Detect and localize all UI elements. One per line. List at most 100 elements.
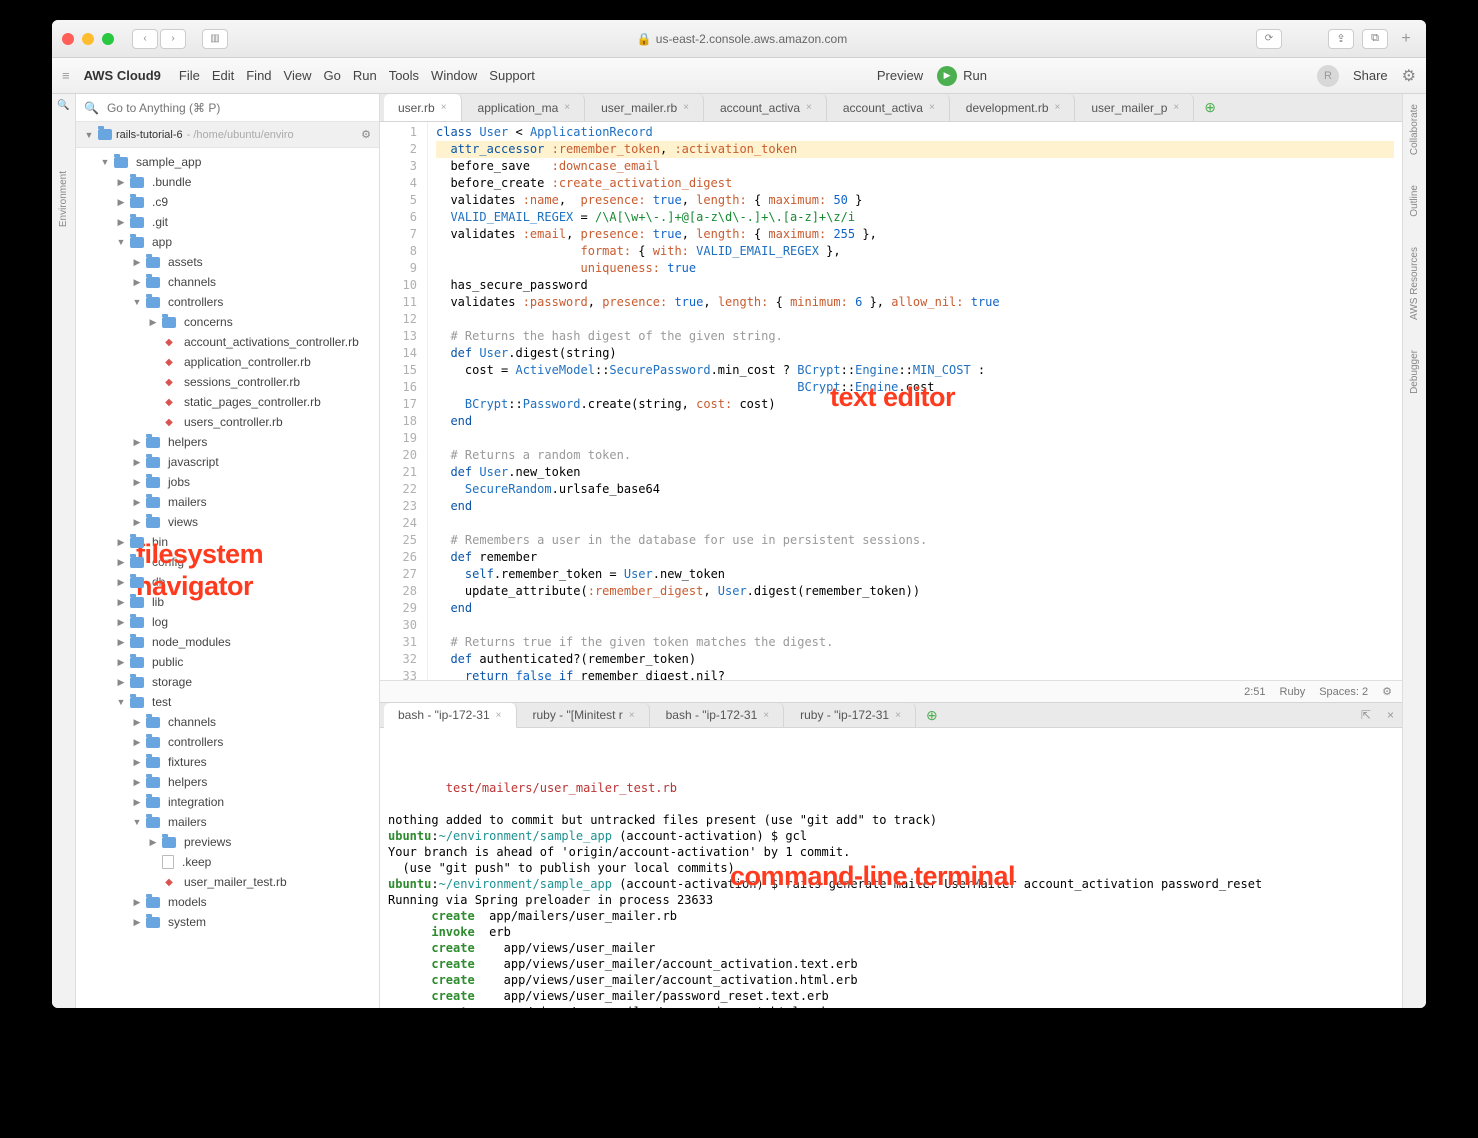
disclosure-icon[interactable]: ▶ [116, 577, 126, 588]
disclosure-icon[interactable]: ▶ [116, 657, 126, 668]
tree-item[interactable]: ▶public [76, 652, 379, 672]
disclosure-icon[interactable]: ▶ [116, 537, 126, 548]
close-icon[interactable]: × [1173, 102, 1179, 113]
gear-icon[interactable]: ⚙ [1382, 685, 1392, 698]
disclosure-icon[interactable]: ▶ [132, 277, 142, 288]
search-input[interactable] [107, 101, 371, 115]
tree-item[interactable]: sessions_controller.rb [76, 372, 379, 392]
disclosure-icon[interactable]: ▶ [132, 497, 142, 508]
tree-item[interactable]: ▶controllers [76, 732, 379, 752]
tree-item[interactable]: ▼sample_app [76, 152, 379, 172]
tree-item[interactable]: ▶concerns [76, 312, 379, 332]
tree-item[interactable]: user_mailer_test.rb [76, 872, 379, 892]
close-panel-icon[interactable]: × [1379, 703, 1402, 727]
tree-item[interactable]: ▶system [76, 912, 379, 932]
disclosure-icon[interactable]: ▼ [132, 297, 142, 307]
search-rail-icon[interactable]: 🔍 [57, 100, 69, 111]
close-icon[interactable]: × [806, 102, 812, 113]
editor-tab[interactable]: user_mailer_p× [1077, 94, 1194, 121]
terminal-tab[interactable]: bash - "ip-172-31× [652, 703, 785, 727]
tree-item[interactable]: .keep [76, 852, 379, 872]
share-button[interactable]: ⇪ [1328, 29, 1354, 49]
back-button[interactable]: ‹ [132, 29, 158, 49]
zoom-window-button[interactable] [102, 33, 114, 45]
tree-item[interactable]: ▼app [76, 232, 379, 252]
tree-item[interactable]: ▼test [76, 692, 379, 712]
new-tab-button[interactable]: + [1396, 30, 1416, 48]
tree-item[interactable]: ▶db [76, 572, 379, 592]
disclosure-icon[interactable]: ▶ [132, 917, 142, 928]
tree-item[interactable]: ▶log [76, 612, 379, 632]
menu-item-window[interactable]: Window [431, 68, 477, 83]
disclosure-icon[interactable]: ▶ [116, 217, 126, 228]
editor-tab[interactable]: user.rb× [384, 94, 462, 122]
tabs-button[interactable]: ⧉ [1362, 29, 1388, 49]
new-tab-button[interactable]: ⊕ [1196, 94, 1224, 121]
disclosure-icon[interactable]: ▶ [132, 897, 142, 908]
tree-item[interactable]: ▶javascript [76, 452, 379, 472]
tree-item[interactable]: ▼mailers [76, 812, 379, 832]
close-icon[interactable]: × [496, 710, 502, 721]
editor-tab[interactable]: account_activa× [706, 94, 827, 121]
menu-item-find[interactable]: Find [246, 68, 271, 83]
tree-item[interactable]: ▶config [76, 552, 379, 572]
avatar[interactable]: R [1317, 65, 1339, 87]
disclosure-icon[interactable]: ▼ [116, 697, 126, 707]
tree-item[interactable]: ▶lib [76, 592, 379, 612]
close-icon[interactable]: × [683, 102, 689, 113]
menu-item-edit[interactable]: Edit [212, 68, 234, 83]
tree-item[interactable]: ▶helpers [76, 772, 379, 792]
tree-item[interactable]: ▶views [76, 512, 379, 532]
goto-search[interactable]: 🔍 [76, 94, 379, 122]
close-icon[interactable]: × [441, 102, 447, 113]
disclosure-icon[interactable]: ▶ [132, 717, 142, 728]
tree-item[interactable]: users_controller.rb [76, 412, 379, 432]
code-content[interactable]: class User < ApplicationRecord attr_acce… [428, 122, 1402, 680]
tree-item[interactable]: ▶fixtures [76, 752, 379, 772]
tree-item[interactable]: application_controller.rb [76, 352, 379, 372]
sidebar-toggle-button[interactable]: ▥ [202, 29, 228, 49]
tree-item[interactable]: static_pages_controller.rb [76, 392, 379, 412]
tree-item[interactable]: account_activations_controller.rb [76, 332, 379, 352]
disclosure-icon[interactable]: ▶ [132, 737, 142, 748]
preview-button[interactable]: Preview [877, 68, 923, 83]
close-window-button[interactable] [62, 33, 74, 45]
disclosure-icon[interactable]: ▶ [132, 437, 142, 448]
language-mode[interactable]: Ruby [1280, 686, 1306, 698]
rail-debugger[interactable]: Debugger [1409, 350, 1420, 394]
close-icon[interactable]: × [895, 710, 901, 721]
disclosure-icon[interactable]: ▶ [116, 677, 126, 688]
tree-item[interactable]: ▶mailers [76, 492, 379, 512]
menu-item-file[interactable]: File [179, 68, 200, 83]
address-bar[interactable]: 🔒us-east-2.console.aws.amazon.com [236, 32, 1248, 46]
menu-toggle-icon[interactable]: ≡ [62, 68, 70, 83]
tree-item[interactable]: ▶.git [76, 212, 379, 232]
disclosure-icon[interactable]: ▶ [132, 757, 142, 768]
disclosure-icon[interactable]: ▼ [116, 237, 126, 247]
disclosure-icon[interactable]: ▶ [132, 797, 142, 808]
close-icon[interactable]: × [929, 102, 935, 113]
rail-collaborate[interactable]: Collaborate [1409, 104, 1420, 155]
disclosure-icon[interactable]: ▶ [116, 637, 126, 648]
editor-tab[interactable]: account_activa× [829, 94, 950, 121]
minimize-window-button[interactable] [82, 33, 94, 45]
new-terminal-button[interactable]: ⊕ [918, 703, 946, 727]
menu-item-run[interactable]: Run [353, 68, 377, 83]
gear-icon[interactable]: ⚙ [361, 128, 371, 141]
disclosure-icon[interactable]: ▼ [100, 157, 110, 167]
tree-item[interactable]: ▶storage [76, 672, 379, 692]
tree-item[interactable]: ▶helpers [76, 432, 379, 452]
breadcrumb[interactable]: ▼ rails-tutorial-6 - /home/ubuntu/enviro… [76, 122, 379, 148]
disclosure-icon[interactable]: ▶ [116, 197, 126, 208]
terminal-tab[interactable]: bash - "ip-172-31× [384, 703, 517, 728]
spaces-setting[interactable]: Spaces: 2 [1319, 686, 1368, 698]
terminal-tab[interactable]: ruby - "[Minitest r× [519, 703, 650, 727]
menu-item-tools[interactable]: Tools [389, 68, 419, 83]
close-icon[interactable]: × [629, 710, 635, 721]
environment-rail[interactable]: Environment [58, 171, 69, 227]
close-icon[interactable]: × [1055, 102, 1061, 113]
disclosure-icon[interactable]: ▶ [116, 617, 126, 628]
disclosure-icon[interactable]: ▶ [132, 517, 142, 528]
gear-icon[interactable]: ⚙ [1402, 66, 1416, 86]
forward-button[interactable]: › [160, 29, 186, 49]
